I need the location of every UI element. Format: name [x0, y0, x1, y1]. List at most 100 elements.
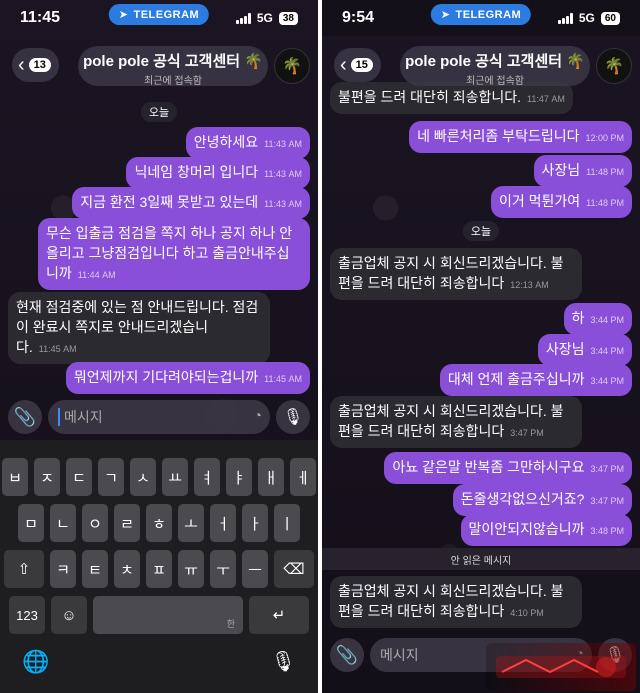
key[interactable]: ㅑ: [226, 458, 252, 496]
message-text: 지금 환전 3일째 못받고 있는데: [80, 194, 259, 210]
unread-count-badge: 15: [350, 58, 373, 72]
message-bubble[interactable]: 지금 환전 3일째 못받고 있는데 11:43 AM: [72, 187, 310, 219]
globe-icon[interactable]: 🌐: [22, 649, 49, 675]
paperclip-icon: 📎: [335, 644, 359, 665]
key[interactable]: ㅠ: [178, 550, 204, 588]
message-input[interactable]: 메시지 ◔: [48, 400, 270, 434]
chat-title-pill[interactable]: pole pole 공식 고객센터 🌴 최근에 접속함: [400, 46, 590, 87]
network-label: 5G: [256, 11, 273, 25]
message-bubble[interactable]: 이거 먹튄가여 11:48 PM: [490, 186, 632, 218]
message-text: 말이안되지않습니까: [468, 521, 585, 537]
key[interactable]: ㅣ: [274, 504, 300, 542]
avatar[interactable]: 🌴: [274, 48, 310, 84]
watermark-graphic: [496, 656, 626, 678]
chat-header: ‹ 13 pole pole 공식 고객센터 🌴 최근에 접속함 🌴: [0, 42, 318, 88]
space-key[interactable]: 한: [93, 596, 243, 634]
message-bubble[interactable]: 뭐언제까지 기다려야되는겁니까 11:45 AM: [65, 362, 310, 394]
emoji-icon: ☺: [61, 606, 77, 624]
message-bubble[interactable]: 출금업체 공지 시 회신드리겠습니다. 불편을 드려 대단히 죄송합니다 4:10…: [330, 576, 582, 628]
key[interactable]: ㄴ: [50, 504, 76, 542]
message-bubble[interactable]: 네 빠른처리좀 부탁드립니다 12:00 PM: [409, 121, 632, 153]
key[interactable]: ㅛ: [162, 458, 188, 496]
telegram-pill[interactable]: ➤ TELEGRAM: [430, 4, 532, 25]
emoji-key[interactable]: ☺: [51, 596, 87, 634]
key[interactable]: ㅋ: [50, 550, 76, 588]
message-bubble[interactable]: 돈줄생각없으신거죠? 3:47 PM: [452, 484, 632, 516]
message-time: 11:48 PM: [586, 167, 624, 177]
key[interactable]: ㅌ: [82, 550, 108, 588]
message-bubble[interactable]: 하 3:44 PM: [563, 303, 632, 335]
telegram-pill[interactable]: ➤ TELEGRAM: [108, 4, 210, 25]
message-bubble[interactable]: 출금업체 공지 시 회신드리겠습니다. 불편을 드려 대단히 죄송합니다 3:47…: [330, 396, 582, 448]
message-text: 대체 언제 출금주십니까: [447, 371, 585, 387]
microphone-icon: 🎙: [282, 409, 304, 426]
key[interactable]: ㅗ: [178, 504, 204, 542]
unread-messages-divider: 안 읽은 메시지: [322, 548, 640, 570]
key[interactable]: ㅡ: [242, 550, 268, 588]
attach-button[interactable]: 📎: [8, 400, 42, 434]
numbers-key[interactable]: 123: [9, 596, 45, 634]
key[interactable]: ㅔ: [290, 458, 316, 496]
message-time: 11:45 AM: [264, 374, 302, 384]
key[interactable]: ㅅ: [130, 458, 156, 496]
message-time: 11:43 AM: [264, 199, 302, 209]
message-text: 사장님: [541, 162, 581, 178]
message-bubble[interactable]: 사장님 11:48 PM: [533, 155, 632, 187]
key[interactable]: ㅎ: [146, 504, 172, 542]
message-time: 12:13 AM: [510, 280, 549, 290]
message-time: 11:43 AM: [264, 139, 302, 149]
key[interactable]: ㄱ: [98, 458, 124, 496]
attach-button[interactable]: 📎: [330, 638, 364, 672]
palm-tree-icon: 🌴: [566, 53, 585, 70]
return-key[interactable]: ↵: [249, 596, 309, 634]
key[interactable]: ㅜ: [210, 550, 236, 588]
key[interactable]: ㅕ: [194, 458, 220, 496]
keyboard-row-1: ㅂ ㅈ ㄷ ㄱ ㅅ ㅛ ㅕ ㅑ ㅐ ㅔ: [0, 458, 318, 496]
message-bubble[interactable]: 말이안되지않습니까 3:48 PM: [460, 514, 632, 546]
message-text: 안녕하세요: [193, 134, 259, 150]
key[interactable]: ㄹ: [114, 504, 140, 542]
message-bubble[interactable]: 닉네임 창머리 입니다 11:43 AM: [126, 157, 310, 189]
text-caret: [58, 408, 60, 426]
avatar[interactable]: 🌴: [596, 48, 632, 84]
palm-tree-icon: 🌴: [282, 58, 302, 75]
message-time: 3:44 PM: [590, 346, 624, 356]
key[interactable]: ㄷ: [66, 458, 92, 496]
key[interactable]: ㅐ: [258, 458, 284, 496]
message-bubble[interactable]: 안녕하세요 11:43 AM: [185, 127, 310, 159]
message-bubble[interactable]: 현재 점검중에 있는 점 안내드립니다. 점검이 완료시 쪽지로 안내드리겠습니…: [8, 292, 270, 364]
chat-header: ‹ 15 pole pole 공식 고객센터 🌴 최근에 접속함 🌴: [322, 42, 640, 88]
right-screenshot: 불편을 드려 대단히 죄송합니다. 11:47 AM 네 빠른처리좀 부탁드립니다…: [322, 0, 640, 693]
left-screenshot: 11:45 5G 38 ➤ TELEGRAM ‹ 13 pole pole 공식…: [0, 0, 318, 693]
message-time: 3:44 PM: [590, 376, 624, 386]
message-bubble[interactable]: 무슨 입출금 점검을 쪽지 하나 공지 하나 안올리고 그냥점검입니다 하고 출…: [38, 218, 310, 290]
keyboard: ㅂ ㅈ ㄷ ㄱ ㅅ ㅛ ㅕ ㅑ ㅐ ㅔ ㅁ ㄴ ㅇ ㄹ ㅎ ㅗ ㅓ ㅏ ㅣ ⇧ …: [0, 440, 318, 693]
message-time: 3:48 PM: [590, 526, 624, 536]
key[interactable]: ㅊ: [114, 550, 140, 588]
status-time: 11:45: [20, 9, 61, 26]
schedule-icon[interactable]: ◔: [254, 407, 262, 423]
key[interactable]: ㅈ: [34, 458, 60, 496]
dictation-icon[interactable]: 🎙: [271, 649, 296, 674]
delete-key[interactable]: ⌫: [274, 550, 314, 588]
message-bubble[interactable]: 출금업체 공지 시 회신드리겠습니다. 불편을 드려 대단히 죄송합니다 12:1…: [330, 248, 582, 300]
chat-subtitle: 최근에 접속함: [466, 76, 524, 87]
palm-tree-icon: 🌴: [604, 58, 624, 75]
message-bubble[interactable]: 아뇨 같은말 반복좀 그만하시구요 3:47 PM: [384, 452, 632, 484]
message-bubble[interactable]: 대체 언제 출금주십니까 3:44 PM: [439, 364, 632, 396]
message-text: 하: [571, 310, 585, 326]
battery-icon: 38: [278, 11, 298, 25]
key[interactable]: ㅓ: [210, 504, 236, 542]
message-bubble[interactable]: 사장님 3:44 PM: [537, 334, 632, 366]
key[interactable]: ㅁ: [18, 504, 44, 542]
key[interactable]: ㅍ: [146, 550, 172, 588]
back-button[interactable]: ‹ 13: [12, 48, 59, 82]
back-button[interactable]: ‹ 15: [334, 48, 381, 82]
key[interactable]: ㅂ: [2, 458, 28, 496]
message-text: 아뇨 같은말 반복좀 그만하시구요: [392, 459, 585, 475]
key[interactable]: ㅏ: [242, 504, 268, 542]
shift-key[interactable]: ⇧: [4, 550, 44, 588]
chat-title-pill[interactable]: pole pole 공식 고객센터 🌴 최근에 접속함: [78, 46, 268, 87]
voice-button[interactable]: 🎙: [276, 400, 310, 434]
key[interactable]: ㅇ: [82, 504, 108, 542]
